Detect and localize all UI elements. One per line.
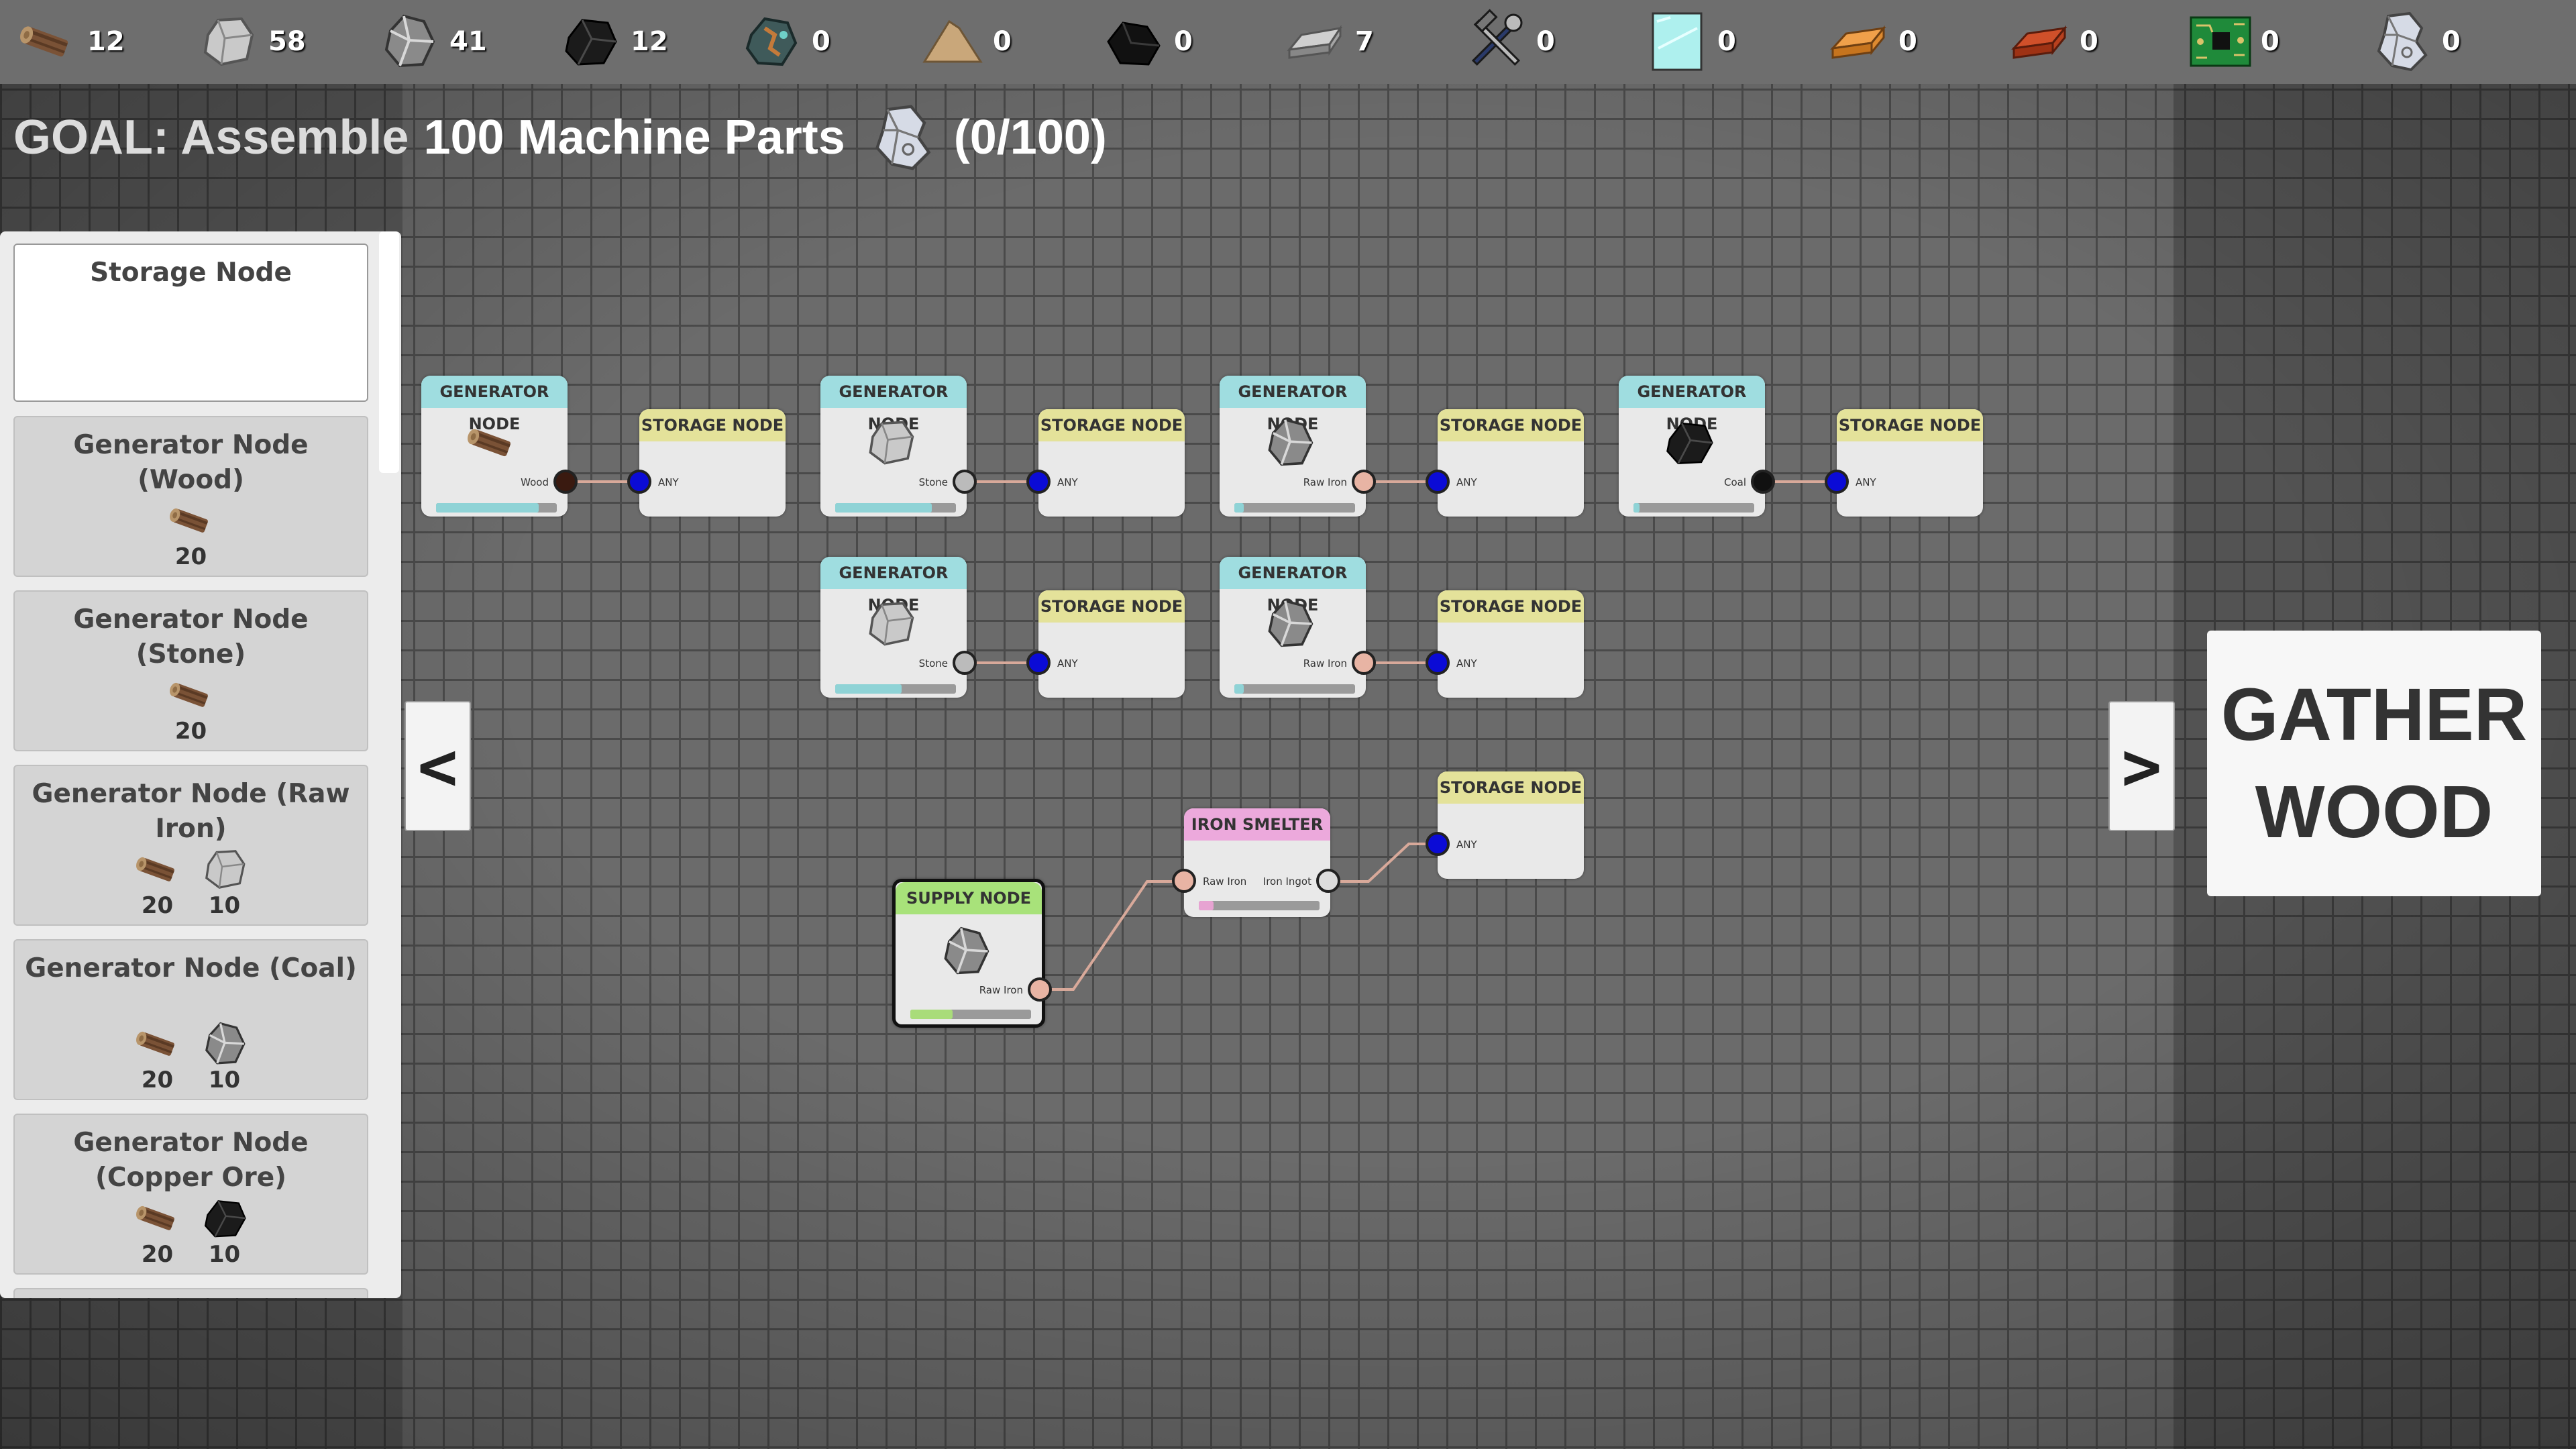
input-port[interactable] [1426, 470, 1450, 494]
port-label: Stone [918, 657, 948, 669]
input-port[interactable] [1426, 832, 1450, 856]
wood-log-icon [462, 413, 522, 473]
output-port[interactable] [1751, 470, 1775, 494]
storage-node-4[interactable]: STORAGE NODE ANY [1825, 409, 1983, 517]
node-header: GENERATOR NODE [820, 376, 967, 433]
port-label: ANY [658, 476, 679, 488]
node-header: STORAGE NODE [1837, 409, 1983, 441]
node-header: GENERATOR NODE [820, 557, 967, 614]
port-label: ANY [1456, 476, 1477, 488]
progress-bar [910, 1010, 1031, 1019]
input-port[interactable] [627, 470, 651, 494]
port-label: Coal [1723, 476, 1746, 488]
output-port[interactable] [953, 651, 977, 675]
progress-bar [835, 684, 956, 694]
storage-node-2[interactable]: STORAGE NODE ANY [1026, 409, 1185, 517]
port-label: ANY [1456, 657, 1477, 669]
storage-node-7[interactable]: STORAGE NODE ANY [1426, 771, 1584, 879]
input-port[interactable] [1426, 651, 1450, 675]
output-port[interactable] [1316, 869, 1340, 893]
port-label: Raw Iron [1203, 875, 1247, 888]
storage-node-6[interactable]: STORAGE NODE ANY [1426, 590, 1584, 698]
node-header: GENERATOR NODE [1220, 376, 1366, 433]
output-port[interactable] [953, 470, 977, 494]
stone-icon [861, 413, 921, 473]
progress-bar [835, 503, 956, 513]
supply-node[interactable]: SUPPLY NODE Raw Iron [892, 879, 1052, 1028]
port-label: Stone [918, 476, 948, 488]
storage-node-1[interactable]: STORAGE NODE ANY [627, 409, 786, 517]
port-label: Iron Ingot [1263, 875, 1311, 888]
output-port[interactable] [553, 470, 578, 494]
storage-node-3[interactable]: STORAGE NODE ANY [1426, 409, 1584, 517]
progress-bar [1234, 684, 1355, 694]
input-port[interactable] [1026, 651, 1051, 675]
iron-smelter-node[interactable]: IRON SMELTER Raw Iron Iron Ingot [1172, 808, 1340, 917]
node-header: SUPPLY NODE [896, 882, 1042, 914]
generator-node-stone-2[interactable]: GENERATOR NODE Stone [820, 557, 977, 698]
storage-node-5[interactable]: STORAGE NODE ANY [1026, 590, 1185, 698]
node-header: STORAGE NODE [1438, 771, 1584, 804]
stone-icon [861, 594, 921, 654]
raw-iron-icon [1260, 413, 1320, 473]
port-label: ANY [1856, 476, 1876, 488]
progress-bar [1633, 503, 1754, 513]
progress-bar [436, 503, 557, 513]
node-header: STORAGE NODE [1438, 590, 1584, 623]
output-port[interactable] [1352, 651, 1376, 675]
input-port[interactable] [1026, 470, 1051, 494]
port-label: ANY [1456, 839, 1477, 851]
node-header: STORAGE NODE [639, 409, 786, 441]
wire [1038, 880, 1184, 991]
raw-iron-icon [936, 921, 996, 981]
node-header: GENERATOR NODE [421, 376, 568, 433]
input-port[interactable] [1172, 869, 1196, 893]
node-header: GENERATOR NODE [1220, 557, 1366, 614]
port-label: Raw Iron [1303, 476, 1347, 488]
output-port[interactable] [1352, 470, 1376, 494]
generator-node-raw-iron-2[interactable]: GENERATOR NODE Raw Iron [1220, 557, 1376, 698]
node-header: IRON SMELTER [1184, 808, 1330, 841]
progress-bar [1199, 901, 1320, 910]
generator-node-stone[interactable]: GENERATOR NODE Stone [820, 376, 977, 517]
node-header: GENERATOR NODE [1619, 376, 1765, 433]
port-label: ANY [1057, 476, 1078, 488]
coal-icon [1659, 413, 1719, 473]
raw-iron-icon [1260, 594, 1320, 654]
generator-node-wood[interactable]: GENERATOR NODE Wood [421, 376, 578, 517]
output-port[interactable] [1028, 977, 1052, 1002]
node-header: STORAGE NODE [1438, 409, 1584, 441]
node-header: STORAGE NODE [1038, 409, 1185, 441]
port-label: Raw Iron [1303, 657, 1347, 669]
port-label: Raw Iron [979, 984, 1023, 996]
input-port[interactable] [1825, 470, 1849, 494]
port-label: ANY [1057, 657, 1078, 669]
wire [1330, 843, 1438, 883]
generator-node-coal[interactable]: GENERATOR NODE Coal [1619, 376, 1775, 517]
connection-wires [567, 480, 1837, 991]
node-header: STORAGE NODE [1038, 590, 1185, 623]
progress-bar [1234, 503, 1355, 513]
generator-node-raw-iron[interactable]: GENERATOR NODE Raw Iron [1220, 376, 1376, 517]
port-label: Wood [521, 476, 549, 488]
